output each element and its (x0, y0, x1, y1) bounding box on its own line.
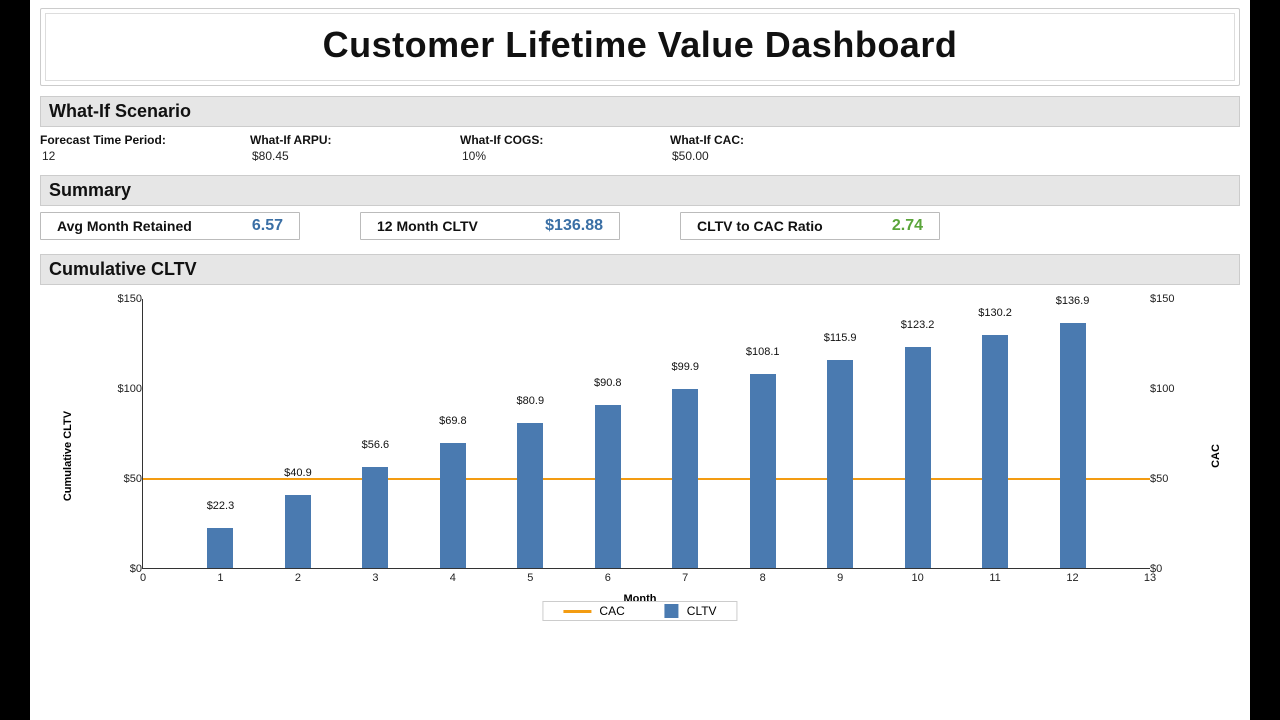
title-container: Customer Lifetime Value Dashboard (40, 8, 1240, 86)
x-tick: 8 (760, 572, 766, 584)
cac-value: $50.00 (670, 149, 880, 163)
summary-header: Summary (40, 175, 1240, 206)
x-tick: 9 (837, 572, 843, 584)
legend-cac: CAC (563, 604, 624, 618)
cltv-bar-label: $115.9 (824, 332, 857, 346)
x-tick: 3 (372, 572, 378, 584)
legend-cac-label: CAC (599, 604, 624, 618)
y-tick-right: $100 (1150, 383, 1174, 395)
cltv-bar (595, 405, 621, 568)
scenario-arpu: What-If ARPU: $80.45 (250, 133, 460, 163)
x-tick: 7 (682, 572, 688, 584)
cltv-bar-label: $80.9 (517, 395, 545, 409)
y-axis-left-title: Cumulative CLTV (62, 411, 74, 501)
summary-cltv: 12 Month CLTV $136.88 (360, 212, 620, 240)
chart-legend: CAC CLTV (542, 601, 737, 621)
scenario-cac: What-If CAC: $50.00 (670, 133, 880, 163)
y-tick-right: $150 (1150, 293, 1174, 305)
x-tick: 12 (1066, 572, 1078, 584)
scenario-header: What-If Scenario (40, 96, 1240, 127)
cltv-value: $136.88 (545, 217, 603, 235)
cltv-bar (207, 528, 233, 568)
cltv-bar (517, 423, 543, 568)
cltv-bar (905, 347, 931, 568)
forecast-label: Forecast Time Period: (40, 133, 250, 147)
cltv-bar (750, 374, 776, 568)
retained-value: 6.57 (252, 217, 283, 235)
cltv-bar (285, 495, 311, 568)
ratio-label: CLTV to CAC Ratio (697, 218, 823, 234)
cltv-bar-label: $69.8 (439, 415, 467, 429)
x-tick: 0 (140, 572, 146, 584)
x-tick: 2 (295, 572, 301, 584)
y-tick-left: $150 (118, 293, 142, 305)
y-axis-right-title: CAC (1210, 444, 1222, 468)
y-tick-left: $50 (124, 473, 142, 485)
cltv-bar-label: $90.8 (594, 377, 622, 391)
cltv-bar-label: $130.2 (978, 307, 1012, 321)
y-axis-right: $0$50$100$150 (1150, 299, 1186, 569)
scenario-cogs: What-If COGS: 10% (460, 133, 670, 163)
cltv-bar (982, 335, 1008, 568)
cltv-bar-label: $22.3 (207, 500, 235, 514)
scenario-row: Forecast Time Period: 12 What-If ARPU: $… (40, 127, 1240, 167)
page-title: Customer Lifetime Value Dashboard (46, 24, 1234, 66)
summary-row: Avg Month Retained 6.57 12 Month CLTV $1… (40, 206, 1240, 246)
cac-label: What-If CAC: (670, 133, 880, 147)
cltv-bar-label: $99.9 (671, 361, 699, 375)
x-tick: 1 (217, 572, 223, 584)
cac-swatch-line (563, 610, 591, 613)
cogs-label: What-If COGS: (460, 133, 670, 147)
x-tick: 13 (1144, 572, 1156, 584)
cltv-bar-label: $108.1 (746, 346, 780, 360)
y-tick-left: $100 (118, 383, 142, 395)
x-tick: 10 (911, 572, 923, 584)
arpu-label: What-If ARPU: (250, 133, 460, 147)
y-tick-right: $50 (1150, 473, 1168, 485)
x-tick: 6 (605, 572, 611, 584)
legend-cltv: CLTV (665, 604, 717, 618)
cogs-value: 10% (460, 149, 670, 163)
cumulative-cltv-chart: Cumulative CLTV CAC Month $0$50$100$150 … (60, 291, 1220, 621)
forecast-value: 12 (40, 149, 250, 163)
cltv-bar (672, 389, 698, 568)
x-tick: 4 (450, 572, 456, 584)
cltv-bar (1060, 323, 1086, 569)
x-tick: 11 (989, 572, 1000, 584)
legend-cltv-label: CLTV (687, 604, 717, 618)
dashboard-page: Customer Lifetime Value Dashboard What-I… (30, 0, 1250, 720)
arpu-value: $80.45 (250, 149, 460, 163)
cltv-swatch-box (665, 604, 679, 618)
cltv-bar-label: $40.9 (284, 467, 312, 481)
title-inner: Customer Lifetime Value Dashboard (45, 13, 1235, 81)
cltv-bar (827, 360, 853, 568)
cltv-label: 12 Month CLTV (377, 218, 478, 234)
cltv-bar-label: $136.9 (1056, 295, 1090, 309)
ratio-value: 2.74 (892, 217, 923, 235)
chart-plot-area: 012345678910111213$22.3$40.9$56.6$69.8$8… (142, 299, 1150, 569)
cltv-bar (362, 467, 388, 569)
y-axis-left: $0$50$100$150 (114, 299, 142, 569)
cltv-bar-label: $56.6 (362, 439, 390, 453)
cltv-bar-label: $123.2 (901, 319, 935, 333)
chart-header: Cumulative CLTV (40, 254, 1240, 285)
retained-label: Avg Month Retained (57, 218, 192, 234)
summary-ratio: CLTV to CAC Ratio 2.74 (680, 212, 940, 240)
cltv-bar (440, 443, 466, 568)
x-tick: 5 (527, 572, 533, 584)
scenario-forecast: Forecast Time Period: 12 (40, 133, 250, 163)
summary-retained: Avg Month Retained 6.57 (40, 212, 300, 240)
